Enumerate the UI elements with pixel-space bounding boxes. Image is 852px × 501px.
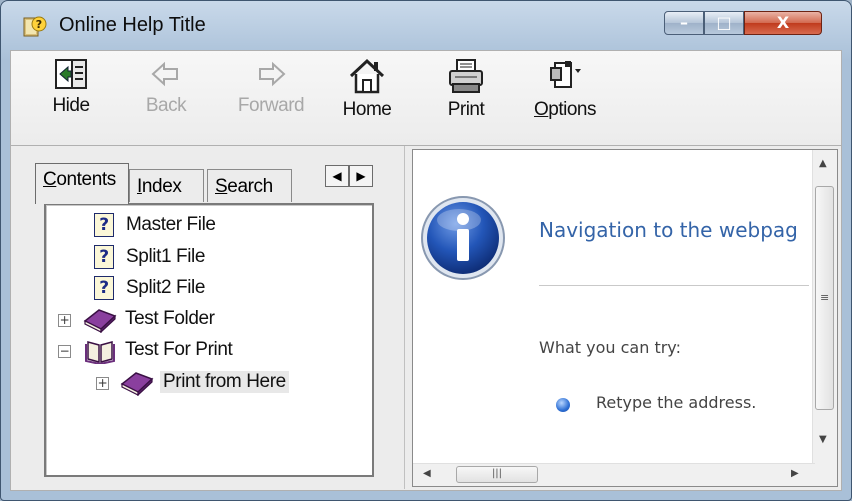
help-topic-icon: ? bbox=[94, 245, 114, 269]
tree-item-print-from-here[interactable]: + Print from Here bbox=[96, 368, 326, 398]
home-button[interactable]: Home bbox=[336, 57, 398, 141]
back-button[interactable]: Back bbox=[136, 57, 196, 141]
scroll-down-icon[interactable]: ▼ bbox=[819, 434, 827, 445]
tree-item-label: Test Folder bbox=[125, 308, 215, 329]
options-button[interactable]: Options bbox=[524, 57, 606, 141]
tree-item-test-folder[interactable]: + Test Folder bbox=[58, 305, 318, 335]
home-label: Home bbox=[342, 99, 392, 120]
options-label: Options bbox=[534, 99, 596, 120]
contents-tree: ? Master File ? Split1 File ? Split2 Fil… bbox=[44, 203, 374, 477]
forward-label: Forward bbox=[237, 95, 305, 116]
tree-item-split1-file[interactable]: ? Split1 File bbox=[94, 243, 294, 273]
help-body: Contents Index Search ◀ ▶ ? Master File bbox=[10, 146, 842, 491]
close-icon: X bbox=[776, 13, 790, 32]
close-button[interactable]: X bbox=[744, 11, 822, 35]
scroll-corner bbox=[813, 464, 837, 486]
topic-heading: Navigation to the webpag bbox=[539, 218, 798, 242]
info-icon bbox=[421, 196, 505, 280]
horizontal-scrollbar[interactable]: ◀ ||| ▶ bbox=[413, 463, 815, 486]
home-icon bbox=[349, 58, 385, 94]
scroll-left-icon[interactable]: ◀ bbox=[423, 468, 431, 479]
minimize-button[interactable]: – bbox=[664, 11, 704, 35]
tree-item-master-file[interactable]: ? Master File bbox=[94, 211, 294, 241]
closed-book-icon bbox=[83, 309, 117, 333]
help-app-icon: ? bbox=[23, 16, 47, 37]
minimize-icon: – bbox=[680, 13, 688, 32]
printer-icon bbox=[449, 59, 483, 93]
closed-book-icon bbox=[120, 372, 154, 396]
options-icon bbox=[550, 61, 581, 88]
back-arrow-icon bbox=[151, 61, 178, 87]
maximize-button[interactable]: □ bbox=[704, 11, 744, 35]
chevron-right-icon: ▶ bbox=[356, 169, 366, 183]
try-label: What you can try: bbox=[539, 338, 681, 357]
maximize-icon: □ bbox=[716, 13, 732, 32]
print-label: Print bbox=[447, 99, 485, 120]
tab-scroll-right-button[interactable]: ▶ bbox=[349, 165, 373, 187]
back-label: Back bbox=[145, 95, 187, 116]
expand-plus-icon[interactable]: + bbox=[96, 377, 109, 390]
tree-item-split2-file[interactable]: ? Split2 File bbox=[94, 274, 294, 304]
tree-item-test-for-print[interactable]: − Test For Print bbox=[58, 336, 318, 366]
suggestion-text: Retype the address. bbox=[596, 393, 757, 412]
topic-pane: Navigation to the webpag What you can tr… bbox=[412, 149, 838, 487]
divider bbox=[539, 285, 809, 286]
print-button[interactable]: Print bbox=[437, 57, 495, 141]
help-topic-icon: ? bbox=[94, 213, 114, 237]
title-bar[interactable]: ? Online Help Title – □ X bbox=[1, 1, 851, 49]
help-topic-icon: ? bbox=[94, 276, 114, 300]
toolbar: Hide Back Forward Home Print Options bbox=[10, 50, 842, 146]
hide-button[interactable]: Hide bbox=[41, 57, 101, 141]
tree-item-label: Split1 File bbox=[126, 246, 206, 267]
vertical-scrollbar[interactable]: ▲ ≡ ▼ bbox=[812, 150, 837, 466]
tab-contents[interactable]: Contents bbox=[35, 163, 129, 204]
tree-item-label: Split2 File bbox=[126, 277, 206, 298]
tab-search[interactable]: Search bbox=[207, 169, 292, 202]
hide-icon bbox=[55, 59, 87, 89]
tree-item-label: Print from Here bbox=[160, 371, 289, 393]
navigation-pane: Contents Index Search ◀ ▶ ? Master File bbox=[11, 146, 404, 489]
forward-arrow-icon bbox=[259, 61, 286, 87]
help-window: ? Online Help Title – □ X Hide Back Forw… bbox=[0, 0, 852, 501]
window-title: Online Help Title bbox=[59, 14, 206, 36]
bullet-icon bbox=[556, 398, 570, 412]
collapse-minus-icon[interactable]: − bbox=[58, 345, 71, 358]
open-book-icon bbox=[85, 341, 115, 364]
scroll-up-icon[interactable]: ▲ bbox=[819, 158, 827, 169]
tab-scroll-left-button[interactable]: ◀ bbox=[325, 165, 349, 187]
scroll-right-icon[interactable]: ▶ bbox=[791, 468, 799, 479]
tab-index[interactable]: Index bbox=[129, 169, 204, 202]
chevron-left-icon: ◀ bbox=[332, 169, 342, 183]
tree-item-label: Test For Print bbox=[125, 339, 233, 360]
horizontal-scroll-thumb[interactable]: ||| bbox=[456, 466, 538, 483]
forward-button[interactable]: Forward bbox=[226, 57, 316, 141]
expand-plus-icon[interactable]: + bbox=[58, 314, 71, 327]
svg-text:?: ? bbox=[36, 18, 42, 31]
tree-item-label: Master File bbox=[126, 214, 216, 235]
grip-icon: ≡ bbox=[820, 291, 830, 304]
hide-label: Hide bbox=[52, 95, 90, 116]
